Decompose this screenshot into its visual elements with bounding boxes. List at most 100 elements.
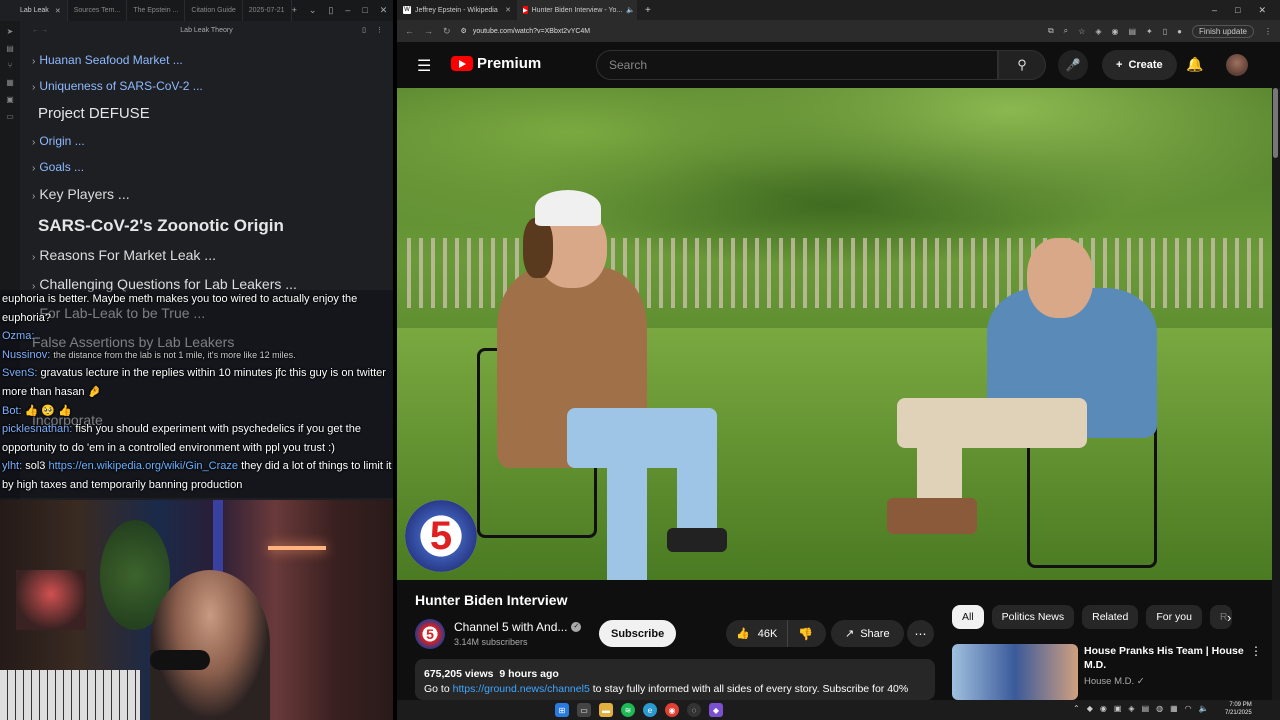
voice-search-button[interactable]: 🎤 [1058, 50, 1088, 80]
spotify-icon[interactable]: ≋ [621, 703, 635, 717]
outline-heading[interactable]: › Origin ... [32, 134, 85, 148]
close-icon[interactable]: ✕ [380, 5, 388, 16]
chat-username[interactable]: SvenS: [2, 367, 41, 379]
chevron-right-icon[interactable]: › [32, 137, 35, 148]
terminal-icon[interactable]: ▭ [6, 112, 14, 121]
create-button[interactable]: + Create [1102, 50, 1177, 80]
minimize-icon[interactable]: – [1212, 5, 1217, 16]
task-view-icon[interactable]: ▭ [577, 703, 591, 717]
sidebar-toggle-icon[interactable]: ▯ [328, 5, 333, 16]
like-button[interactable]: 👍 46K [726, 620, 789, 647]
tray-icon[interactable]: ◈ [1128, 704, 1134, 713]
account-avatar[interactable] [1226, 54, 1248, 76]
tray-icon[interactable]: ◆ [1087, 704, 1093, 713]
network-icon[interactable]: ◠ [1185, 704, 1192, 713]
grid-icon[interactable]: ▦ [6, 78, 14, 87]
browser-tab[interactable]: ▶ Hunter Biden Interview - Yo... 🔈 ✕ [517, 0, 637, 20]
book-icon[interactable]: ▯ [362, 26, 366, 34]
page-scrollbar[interactable] [1272, 88, 1280, 700]
description-link[interactable]: https://ground.news/channel5 [453, 683, 590, 695]
chrome-icon[interactable]: ◉ [665, 703, 679, 717]
chip-all[interactable]: All [952, 605, 984, 629]
chat-username[interactable]: Ozma: [2, 330, 34, 342]
chat-username[interactable]: Bot: [2, 405, 25, 417]
chevron-up-icon[interactable]: ⌃ [1073, 704, 1080, 713]
finish-update-button[interactable]: Finish update [1191, 24, 1254, 38]
chip-politics-news[interactable]: Politics News [991, 605, 1075, 629]
search-button[interactable]: ⚲ [998, 50, 1046, 80]
file-explorer-icon[interactable]: ▬ [599, 703, 613, 717]
maximize-icon[interactable]: □ [1235, 5, 1240, 16]
browser-tab[interactable]: W Jeffrey Epstein - Wikipedia ✕ [397, 0, 517, 20]
maximize-icon[interactable]: □ [362, 5, 367, 16]
more-actions-button[interactable]: ⋯ [907, 620, 934, 647]
obsidian-tab[interactable]: Lab Leak ✕ [0, 0, 68, 21]
extension-icon[interactable]: ◉ [1111, 27, 1118, 36]
channel-avatar[interactable]: 5 [415, 619, 445, 649]
video-description[interactable]: 675,205 views 9 hours ago Go to https://… [415, 659, 935, 700]
close-icon[interactable]: ✕ [1258, 5, 1266, 16]
chevron-down-icon[interactable]: ⌄ [309, 5, 317, 16]
star-icon[interactable]: ☆ [1078, 27, 1085, 36]
outline-heading[interactable]: › Key Players ... [32, 186, 130, 202]
minimize-icon[interactable]: – [345, 5, 350, 16]
chevron-right-icon[interactable]: › [32, 56, 35, 67]
obsidian-tab[interactable]: The Epstein ... [127, 0, 186, 21]
extension-icon[interactable]: ◈ [1095, 27, 1101, 36]
recommended-video[interactable]: House Pranks His Team | House M.D. House… [952, 644, 1272, 700]
install-icon[interactable]: ⧉ [1048, 26, 1054, 36]
video-thumbnail[interactable] [952, 644, 1078, 700]
chip-related[interactable]: Related [1082, 605, 1139, 629]
zoom-icon[interactable]: ⌕ [1064, 26, 1068, 36]
more-icon[interactable]: ⋮ [1264, 27, 1272, 36]
hamburger-icon[interactable]: ☰ [417, 56, 431, 76]
start-icon[interactable]: ⊞ [555, 703, 569, 717]
back-icon[interactable]: ← [405, 26, 414, 36]
profile-icon[interactable]: ● [1177, 27, 1182, 36]
branch-icon[interactable]: ⑂ [8, 61, 13, 70]
puzzle-icon[interactable]: ✦ [1146, 27, 1153, 36]
chevron-right-icon[interactable]: › [32, 252, 35, 263]
address-bar[interactable]: ⚙ youtube.com/watch?v=XBbxt2vYC4M [461, 27, 1038, 36]
more-icon[interactable]: ⋮ [1250, 644, 1262, 658]
audio-icon[interactable]: 🔈 [626, 6, 635, 14]
obsidian-icon[interactable]: ◆ [709, 703, 723, 717]
obsidian-tab[interactable]: Citation Guide [185, 0, 243, 21]
file-icon[interactable]: ▤ [6, 44, 14, 53]
close-icon[interactable]: ✕ [55, 7, 61, 15]
obsidian-tab[interactable]: Sources Tem... [68, 0, 128, 21]
chevron-right-icon[interactable]: › [32, 163, 35, 174]
edge-icon[interactable]: e [643, 703, 657, 717]
chevron-right-icon[interactable]: › [32, 191, 35, 202]
new-tab-icon[interactable]: + [292, 5, 297, 16]
dislike-button[interactable]: 👎 [788, 627, 823, 641]
site-info-icon[interactable]: ⚙ [461, 27, 467, 35]
extension-icon[interactable]: ▤ [1128, 27, 1136, 36]
tray-icon[interactable]: ◍ [1156, 704, 1163, 713]
send-icon[interactable]: ➤ [7, 27, 14, 36]
outline-heading[interactable]: › Goals ... [32, 160, 84, 174]
calendar-icon[interactable]: ▣ [6, 95, 14, 104]
outline-heading[interactable]: › Huanan Seafood Market ... [32, 53, 183, 67]
sidebar-icon[interactable]: ▯ [1163, 27, 1167, 36]
youtube-logo[interactable]: Premium [451, 55, 541, 72]
notifications-bell-icon[interactable]: 🔔 [1186, 56, 1203, 73]
outline-heading[interactable]: Project DEFUSE [38, 105, 150, 122]
taskbar-clock[interactable]: 7:09 PM 7/21/2025 [1225, 701, 1252, 717]
new-tab-icon[interactable]: + [637, 5, 659, 16]
tray-icon[interactable]: ◉ [1100, 704, 1107, 713]
outline-heading[interactable]: SARS-CoV-2's Zoonotic Origin [38, 216, 284, 236]
reload-icon[interactable]: ↻ [443, 26, 451, 37]
tray-icon[interactable]: ▦ [1170, 704, 1178, 713]
chip-for-you[interactable]: For you [1146, 605, 1202, 629]
chevron-right-icon[interactable]: › [32, 82, 35, 93]
app-icon[interactable]: ◌ [687, 703, 701, 717]
more-icon[interactable]: ⋮ [376, 26, 383, 34]
volume-icon[interactable]: 🔈 [1199, 704, 1209, 713]
tray-icon[interactable]: ▤ [1142, 704, 1150, 713]
outline-heading[interactable]: › Uniqueness of SARS-CoV-2 ... [32, 79, 203, 93]
chat-username[interactable]: picklesnathan: [2, 423, 75, 435]
tray-icon[interactable]: ▣ [1114, 704, 1122, 713]
subscribe-button[interactable]: Subscribe [599, 620, 677, 647]
obsidian-tab[interactable]: 2025-07-21 [243, 0, 292, 21]
